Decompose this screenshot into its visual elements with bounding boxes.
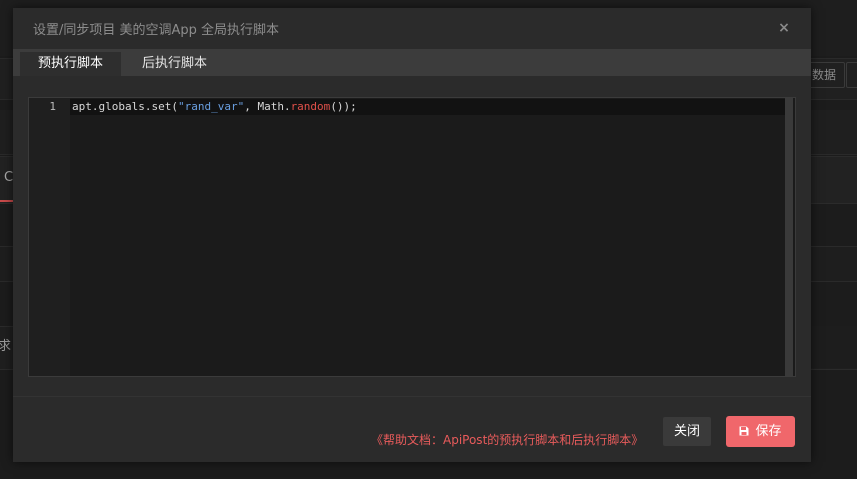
code-token-object: , Math.: [244, 100, 291, 113]
background-tab-fragment: C: [0, 156, 13, 202]
help-doc-link[interactable]: 《帮助文档：ApiPost的预执行脚本和后执行脚本》: [371, 431, 643, 448]
code-token-string: "rand_var": [177, 100, 245, 113]
global-script-dialog: 设置/同步项目 美的空调App 全局执行脚本 × 预执行脚本 后执行脚本 1 a…: [13, 8, 811, 462]
code-editor[interactable]: 1 apt.globals.set("rand_var", Math.rando…: [28, 97, 796, 377]
tab-pre-script[interactable]: 预执行脚本: [20, 52, 122, 76]
close-button[interactable]: 关闭: [663, 417, 711, 446]
tab-post-script[interactable]: 后执行脚本: [124, 52, 225, 76]
script-tabs: 预执行脚本 后执行脚本: [13, 49, 811, 76]
background-extra-button: [846, 62, 857, 88]
close-icon[interactable]: ×: [777, 18, 791, 38]
save-button-label: 保存: [755, 424, 782, 439]
dialog-footer: 《帮助文档：ApiPost的预执行脚本和后执行脚本》 关闭 保存: [13, 396, 811, 463]
code-token-call: apt.globals.set(: [72, 100, 178, 113]
dialog-header: 设置/同步项目 美的空调App 全局执行脚本 ×: [13, 8, 811, 48]
editor-gutter: 1: [29, 98, 70, 376]
line-number: 1: [49, 100, 56, 113]
dialog-title: 设置/同步项目 美的空调App 全局执行脚本: [33, 23, 280, 38]
code-line[interactable]: apt.globals.set("rand_var", Math.random(…: [72, 99, 357, 115]
editor-scrollbar[interactable]: [785, 98, 793, 376]
save-button[interactable]: 保存: [726, 416, 795, 447]
background-request-fragment: 求: [0, 339, 12, 354]
floppy-disk-icon: [739, 426, 749, 436]
code-token-function: random: [290, 100, 331, 113]
code-token-end: ());: [330, 100, 357, 113]
background-panel-edge: [811, 326, 857, 368]
